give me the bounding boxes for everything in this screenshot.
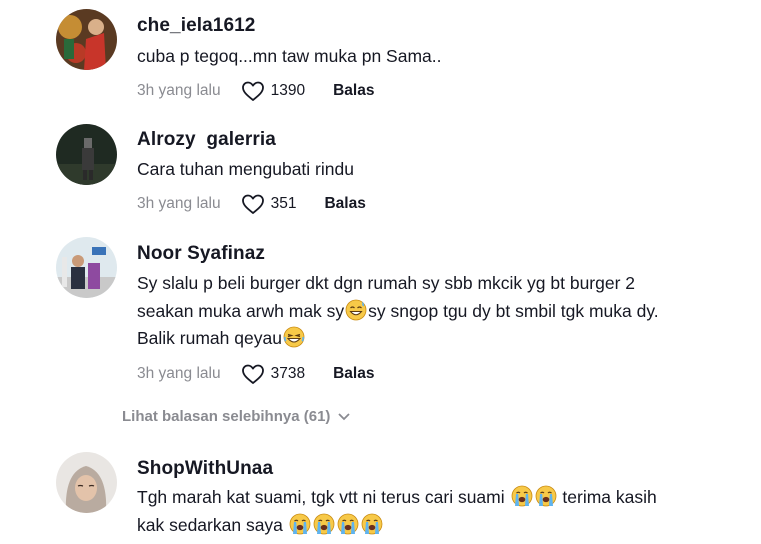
heart-outline-icon[interactable] <box>241 193 265 215</box>
view-more-replies-label: Lihat balasan selebihnya (61) <box>122 408 331 425</box>
heart-outline-icon[interactable] <box>241 80 265 102</box>
comment-text: Tgh marah kat suami, tgk vtt ni terus ca… <box>137 484 737 539</box>
comment-line: Tgh marah kat suami, tgk vtt ni terus ca… <box>137 484 737 512</box>
username[interactable]: ShopWithUnaa <box>137 458 273 480</box>
view-more-replies-button[interactable]: Lihat balasan selebihnya (61) <box>122 408 351 425</box>
loudly-crying-emoji <box>337 513 359 535</box>
grinning-sweat-emoji <box>345 299 367 321</box>
like-count: 3738 <box>270 365 306 382</box>
comment-fragment: kak sedarkan saya <box>137 514 283 535</box>
comment-meta: 3h yang lalu 351 Balas <box>137 192 366 216</box>
like-count: 1390 <box>270 82 306 99</box>
avatar[interactable] <box>56 9 117 70</box>
like-button[interactable]: 1390 <box>241 80 305 102</box>
comment-fragment: seakan muka arwh mak sy <box>137 300 345 321</box>
avatar[interactable] <box>56 124 117 185</box>
comment-fragment: terima kasih <box>562 487 657 507</box>
like-button[interactable]: 351 <box>241 193 297 215</box>
loudly-crying-emoji <box>511 485 533 507</box>
loudly-crying-emoji <box>313 513 335 535</box>
avatar[interactable] <box>56 452 117 513</box>
username[interactable]: Alrozy galerria <box>137 129 276 151</box>
like-button[interactable]: 3738 <box>241 363 305 385</box>
chevron-down-icon <box>338 412 351 420</box>
comment-meta: 3h yang lalu 1390 Balas <box>137 79 374 103</box>
comment-line: Balik rumah qeyau <box>137 325 737 353</box>
reply-button[interactable]: Balas <box>324 195 365 213</box>
like-count: 351 <box>270 195 297 212</box>
avatar[interactable] <box>56 237 117 298</box>
comment-text: Cara tuhan mengubati rindu <box>137 159 354 179</box>
loudly-crying-emoji <box>361 513 383 535</box>
heart-outline-icon[interactable] <box>241 363 265 385</box>
timestamp: 3h yang lalu <box>137 82 221 99</box>
laughing-tears-emoji <box>283 326 305 348</box>
comment-line: Sy slalu p beli burger dkt dgn rumah sy … <box>137 273 636 293</box>
comment-text: Sy slalu p beli burger dkt dgn rumah sy … <box>137 270 737 353</box>
comment-fragment: Balik rumah qeyau <box>137 328 282 348</box>
comment-text: cuba p tegoq...mn taw muka pn Sama.. <box>137 46 442 66</box>
comment-line: kak sedarkan saya <box>137 512 737 540</box>
loudly-crying-emoji <box>535 485 557 507</box>
reply-button[interactable]: Balas <box>333 365 374 383</box>
timestamp: 3h yang lalu <box>137 365 221 382</box>
username[interactable]: che_iela1612 <box>137 15 255 37</box>
comment-fragment: sy sngop tgu dy bt smbil tgk muka dy. <box>368 300 659 321</box>
loudly-crying-emoji <box>289 513 311 535</box>
comment-line: seakan muka arwh mak sy sy sngop tgu dy b… <box>137 298 737 326</box>
comment-meta: 3h yang lalu 3738 Balas <box>137 362 374 386</box>
timestamp: 3h yang lalu <box>137 195 221 212</box>
comment-fragment: Tgh marah kat suami, tgk vtt ni terus ca… <box>137 487 505 507</box>
reply-button[interactable]: Balas <box>333 82 374 100</box>
username[interactable]: Noor Syafinaz <box>137 243 265 265</box>
